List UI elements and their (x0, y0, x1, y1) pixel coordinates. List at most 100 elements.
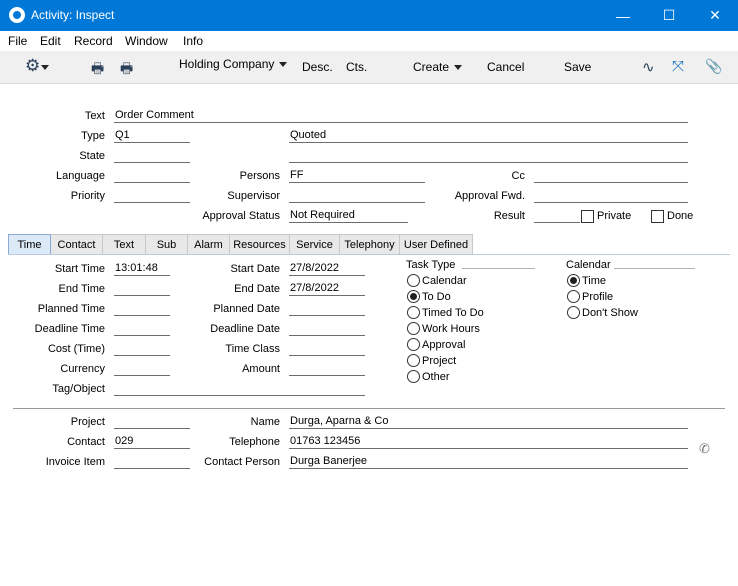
contact-field[interactable]: 029 (114, 435, 190, 449)
name-field[interactable]: Durga, Aparna & Co (289, 415, 688, 429)
supervisor-field[interactable] (289, 189, 425, 203)
state-description (289, 149, 688, 163)
approval-fwd-field[interactable] (534, 189, 688, 203)
task-type-other-label: Other (422, 371, 450, 383)
task-type-radio-calendar[interactable] (407, 274, 420, 287)
task-type-timed-to-do-label: Timed To Do (422, 307, 484, 319)
create-button[interactable]: Create (413, 60, 463, 74)
currency-field[interactable] (114, 362, 170, 376)
tab-alarm[interactable]: Alarm (188, 234, 230, 255)
task-type-radio-timed-to-do[interactable] (407, 306, 420, 319)
private-checkbox[interactable] (581, 210, 594, 223)
planned-time-field[interactable] (114, 302, 170, 316)
end-time-field[interactable] (114, 282, 170, 296)
deadline-time-field[interactable] (114, 322, 170, 336)
activity-icon[interactable]: ∿ (642, 58, 655, 76)
print-icon[interactable]: 🖶 (91, 58, 104, 82)
menu-record[interactable]: Record (74, 34, 113, 48)
cc-field[interactable] (534, 169, 688, 183)
project-field[interactable] (114, 415, 190, 429)
private-label: Private (597, 210, 632, 222)
end-time-label: End Time (58, 283, 105, 295)
task-type-approval-label: Approval (422, 339, 466, 351)
telephone-field[interactable]: 01763 123456 (289, 435, 688, 449)
persons-label: Persons (239, 170, 280, 182)
tab-user-defined[interactable]: User Defined (400, 234, 473, 255)
start-date-label: Start Date (230, 263, 280, 275)
print-preview-icon[interactable]: 🖶 (120, 58, 133, 82)
minimize-button[interactable]: — (600, 0, 646, 31)
title-bar: Activity: Inspect — ☐ ✕ (0, 0, 738, 31)
done-checkbox[interactable] (651, 210, 664, 223)
result-label: Result (493, 210, 525, 222)
expand-icon[interactable]: ⤧ (672, 58, 684, 75)
type-field[interactable]: Q1 (114, 129, 190, 143)
time-class-field[interactable] (289, 342, 365, 356)
state-field[interactable] (114, 149, 190, 163)
tab-resources[interactable]: Resources (230, 234, 290, 255)
toolbar: ⚙ 🖶 🖶 Holding Company Desc. Cts. Create … (0, 51, 738, 84)
tab-time[interactable]: Time (8, 234, 51, 255)
amount-field[interactable] (289, 362, 365, 376)
end-date-field[interactable]: 27/8/2022 (289, 282, 365, 296)
tab-telephony[interactable]: Telephony (340, 234, 400, 255)
calendar-radio-dont-show[interactable] (567, 306, 580, 319)
tab-contact[interactable]: Contact (51, 234, 103, 255)
task-type-radio-work-hours[interactable] (407, 322, 420, 335)
menu-file[interactable]: File (8, 34, 27, 48)
approval-fwd-label: Approval Fwd. (454, 190, 525, 202)
type-label: Type (81, 130, 105, 142)
gear-dropdown-caret[interactable] (41, 65, 49, 70)
cost-time-field[interactable] (114, 342, 170, 356)
tab-service[interactable]: Service (290, 234, 340, 255)
tab-sub[interactable]: Sub (146, 234, 188, 255)
task-type-radio-project[interactable] (407, 354, 420, 367)
task-type-radio-approval[interactable] (407, 338, 420, 351)
desc-button[interactable]: Desc. (302, 60, 333, 74)
chevron-down-icon (454, 65, 463, 71)
task-type-radio-to-do[interactable] (407, 290, 420, 303)
task-type-separator (462, 268, 535, 269)
calendar-radio-profile[interactable] (567, 290, 580, 303)
save-button[interactable]: Save (564, 60, 591, 74)
text-field[interactable]: Order Comment (114, 109, 688, 123)
calendar-profile-label: Profile (582, 291, 614, 303)
start-date-field[interactable]: 27/8/2022 (289, 262, 365, 276)
supervisor-label: Supervisor (227, 190, 280, 202)
done-label: Done (667, 210, 694, 222)
menu-window[interactable]: Window (125, 34, 168, 48)
result-field[interactable] (534, 209, 580, 223)
cc-label: Cc (511, 170, 525, 182)
deadline-date-field[interactable] (289, 322, 365, 336)
persons-field[interactable]: FF (289, 169, 425, 183)
tab-text[interactable]: Text (103, 234, 146, 255)
cts-button[interactable]: Cts. (346, 60, 367, 74)
tag-object-field[interactable] (114, 382, 365, 396)
cancel-button[interactable]: Cancel (487, 60, 524, 74)
language-field[interactable] (114, 169, 190, 183)
priority-label: Priority (70, 190, 105, 202)
task-type-radio-other[interactable] (407, 370, 420, 383)
approval-status-field[interactable]: Not Required (289, 209, 408, 223)
company-selector[interactable]: Holding Company (179, 57, 288, 71)
phone-icon[interactable]: ✆ (699, 441, 710, 457)
planned-date-field[interactable] (289, 302, 365, 316)
maximize-button[interactable]: ☐ (646, 0, 692, 31)
attachment-icon[interactable]: 📎 (705, 58, 722, 75)
text-label: Text (84, 110, 105, 122)
window-title: Activity: Inspect (31, 8, 115, 22)
menu-edit[interactable]: Edit (40, 34, 61, 48)
calendar-title: Calendar (566, 259, 611, 271)
contact-person-label: Contact Person (204, 456, 280, 468)
priority-field[interactable] (114, 189, 190, 203)
deadline-date-label: Deadline Date (210, 323, 280, 335)
gear-icon[interactable]: ⚙ (25, 56, 40, 76)
end-date-label: End Date (234, 283, 280, 295)
calendar-radio-time[interactable] (567, 274, 580, 287)
state-label: State (79, 150, 105, 162)
close-button[interactable]: ✕ (692, 0, 738, 31)
chevron-down-icon (279, 62, 288, 68)
contact-person-field[interactable]: Durga Banerjee (289, 455, 688, 469)
menu-info[interactable]: Info (183, 34, 203, 48)
start-time-field[interactable]: 13:01:48 (114, 262, 170, 276)
